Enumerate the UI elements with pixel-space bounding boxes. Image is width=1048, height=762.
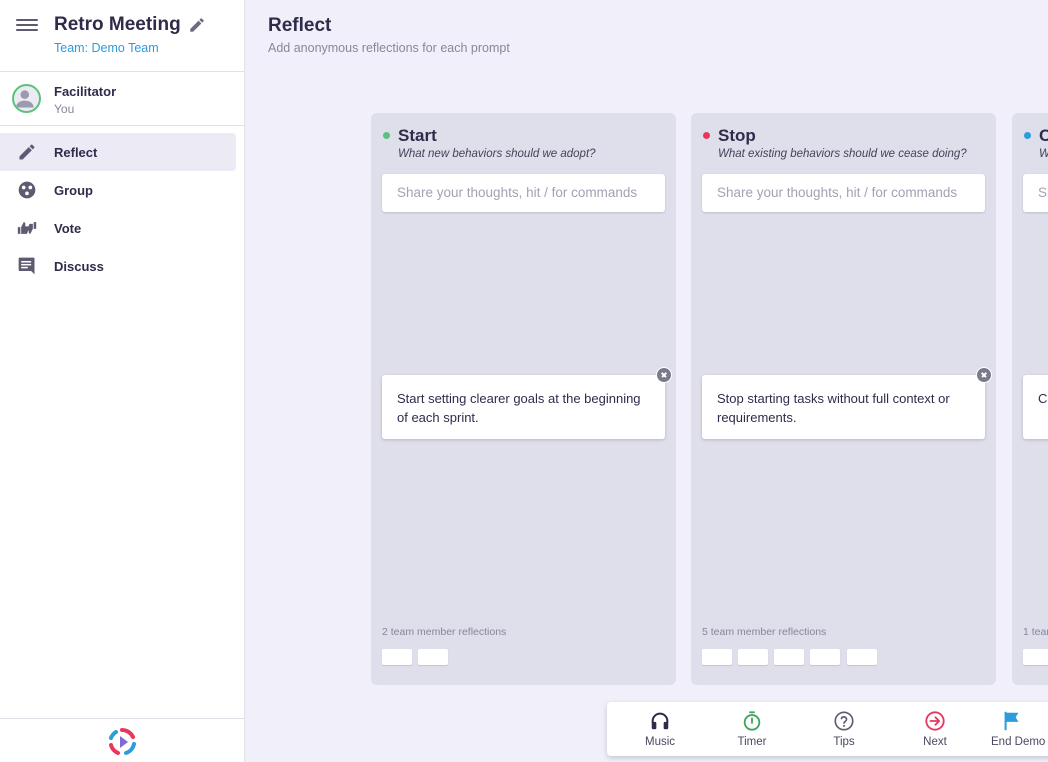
sidebar-header: Retro Meeting Team: Demo Team (0, 0, 244, 72)
column-title: Stop (718, 126, 756, 145)
timer-icon (743, 711, 761, 731)
column-status-dot (1024, 132, 1031, 139)
sidebar-item-label: Vote (54, 221, 82, 236)
reflection-input[interactable]: Share your thoughts, hit / for commands (382, 174, 665, 212)
end-demo-button[interactable]: End Demo (991, 710, 1048, 752)
reflection-card[interactable]: Start setting clearer goals at the begin… (382, 375, 665, 439)
page-subtitle: Add anonymous reflections for each promp… (268, 41, 510, 55)
timer-label: Timer (737, 736, 767, 748)
reflection-card[interactable]: Stop starting tasks without full context… (702, 375, 985, 439)
reflection-stack-item (702, 649, 732, 665)
facilitator-section: Facilitator You (0, 72, 244, 126)
arrow-right-circle-icon (925, 711, 945, 731)
facilitator-role: Facilitator (54, 84, 117, 99)
pencil-icon (19, 144, 35, 160)
discuss-icon (18, 257, 35, 275)
meeting-title: Retro Meeting (54, 14, 181, 35)
music-label: Music (644, 736, 676, 748)
reflection-stack-item (810, 649, 840, 665)
sidebar-item-label: Discuss (54, 259, 104, 274)
column-title: Continue (1039, 126, 1048, 145)
reflection-count: 1 team member reflection (1023, 626, 1048, 638)
help-icon (834, 711, 854, 731)
sidebar-item-reflect[interactable]: Reflect (0, 133, 236, 171)
reflection-card[interactable]: Continue prioritizing work with the team… (1023, 375, 1048, 439)
sidebar-footer (0, 718, 244, 762)
facilitator-name: You (54, 102, 75, 116)
thumbs-icon (17, 222, 37, 234)
sidebar-item-label: Reflect (54, 145, 98, 160)
close-icon[interactable] (656, 367, 672, 383)
phase-nav: Reflect Group Vote Discuss (0, 126, 244, 285)
reflection-count: 5 team member reflections (702, 626, 827, 638)
sidebar-item-label: Group (54, 183, 93, 198)
reflection-stack-item (1023, 649, 1048, 665)
flag-icon (1004, 711, 1019, 731)
column-question: What current behaviors should we keep do… (1039, 148, 1048, 160)
reflect-column-start: Start What new behaviors should we adopt… (371, 113, 676, 685)
tips-button[interactable]: Tips (809, 710, 879, 752)
end-demo-label: End Demo (991, 736, 1046, 748)
team-link[interactable]: Team: Demo Team (54, 41, 159, 55)
reflection-stack-item (418, 649, 448, 665)
column-title: Start (398, 126, 437, 145)
menu-icon[interactable] (16, 16, 38, 34)
sidebar-item-discuss[interactable]: Discuss (0, 247, 236, 285)
column-status-dot (703, 132, 710, 139)
reflection-input[interactable]: Share your thoughts, hit / for commands (1023, 174, 1048, 212)
reflection-stack-item (382, 649, 412, 665)
next-label: Next (923, 736, 947, 748)
reflection-stack-item (774, 649, 804, 665)
close-icon[interactable] (976, 367, 992, 383)
sidebar-item-vote[interactable]: Vote (0, 209, 236, 247)
timer-button[interactable]: Timer (717, 710, 787, 752)
avatar (12, 84, 41, 113)
reflect-column-continue: Continue What current behaviors should w… (1012, 113, 1048, 685)
app-logo-icon (109, 727, 136, 755)
tips-label: Tips (833, 736, 855, 748)
page-title: Reflect (268, 15, 332, 36)
reflect-column-stop: Stop What existing behaviors should we c… (691, 113, 996, 685)
group-icon (18, 181, 36, 199)
column-question: What existing behaviors should we cease … (718, 148, 967, 160)
reflection-stack-item (847, 649, 877, 665)
reflection-input[interactable]: Share your thoughts, hit / for commands (702, 174, 985, 212)
column-status-dot (383, 132, 390, 139)
bottom-bar: Music Timer Tips Next End Demo (607, 702, 1048, 756)
reflection-stack-item (738, 649, 768, 665)
next-button[interactable]: Next (900, 710, 970, 752)
column-question: What new behaviors should we adopt? (398, 148, 596, 160)
music-button[interactable]: Music (625, 710, 695, 752)
sidebar: Retro Meeting Team: Demo Team Facilitato… (0, 0, 245, 762)
sidebar-item-group[interactable]: Group (0, 171, 236, 209)
edit-pencil-icon[interactable] (188, 16, 206, 34)
reflection-count: 2 team member reflections (382, 626, 507, 638)
headphones-icon (651, 712, 669, 730)
